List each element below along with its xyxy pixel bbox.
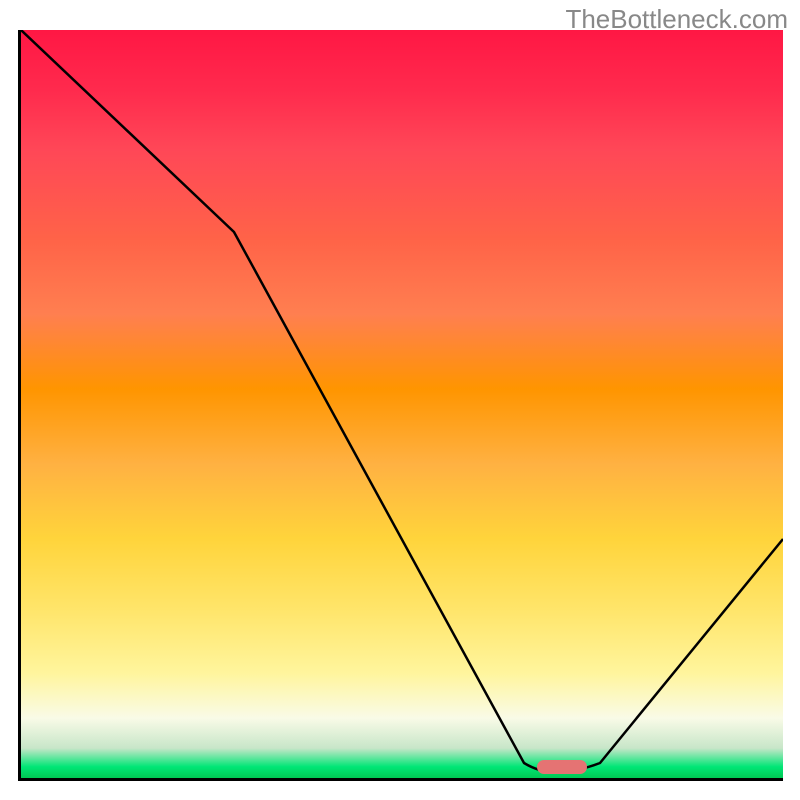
bottleneck-chart: TheBottleneck.com [0, 0, 800, 800]
curve-svg [21, 30, 783, 778]
watermark-text: TheBottleneck.com [565, 4, 788, 35]
plot-area [18, 30, 783, 781]
bottleneck-curve [21, 30, 783, 772]
optimal-marker [537, 760, 587, 774]
